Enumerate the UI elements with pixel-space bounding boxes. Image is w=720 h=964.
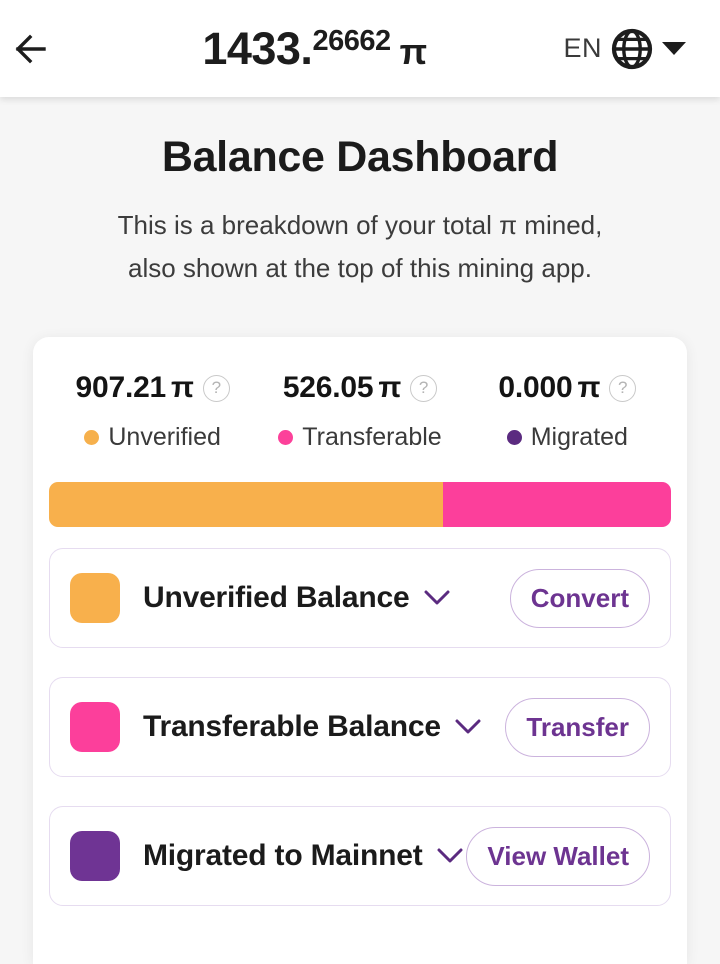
legend-label-transferable: Transferable [302, 423, 442, 451]
progress-segment-transferable [442, 482, 671, 527]
legend-dot-transferable [278, 430, 294, 445]
summary-amount-row: 0.000 π ? [464, 371, 671, 405]
chevron-down-icon[interactable] [437, 848, 463, 864]
summary-column-transferable: 526.05 π ? Transferable [256, 371, 463, 452]
color-swatch-transferable [70, 702, 120, 752]
unverified-amount: 907.21 π [75, 371, 194, 405]
migrated-amount-value: 0.000 [498, 371, 573, 404]
chevron-down-icon[interactable] [424, 590, 450, 606]
migrated-amount-unit: π [577, 371, 601, 404]
legend-transferable: Transferable [256, 423, 463, 452]
chevron-down-icon [662, 42, 686, 55]
page-title: Balance Dashboard [161, 133, 559, 181]
legend-unverified: Unverified [49, 423, 256, 452]
legend-dot-migrated [506, 430, 522, 445]
row-label-unverified: Unverified Balance [143, 581, 410, 614]
summary-column-unverified: 907.21 π ? Unverified [49, 371, 256, 452]
balance-rows: Unverified Balance Convert Transferable … [49, 548, 671, 906]
color-swatch-unverified [70, 573, 120, 623]
convert-button[interactable]: Convert [509, 568, 650, 628]
transferable-amount-value: 526.05 [282, 371, 374, 404]
question-mark-icon[interactable]: ? [202, 374, 230, 402]
language-code: EN [563, 33, 602, 63]
legend-migrated: Migrated [464, 423, 671, 452]
row-label-migrated: Migrated to Mainnet [143, 839, 423, 872]
progress-segment-unverified [49, 482, 443, 527]
page-subtitle: This is a breakdown of your total π mine… [0, 204, 720, 288]
total-balance-fraction: 26662 [312, 25, 391, 57]
balance-progress-bar [49, 482, 671, 527]
legend-label-migrated: Migrated [530, 423, 628, 451]
row-label-transferable: Transferable Balance [143, 710, 441, 743]
view-wallet-button[interactable]: View Wallet [466, 826, 650, 886]
total-balance-integer: 1433. [202, 23, 313, 74]
globe-icon [611, 28, 653, 70]
question-mark-icon[interactable]: ? [609, 374, 637, 402]
page-subtitle-line-2: also shown at the top of this mining app… [128, 252, 592, 283]
page-header: Balance Dashboard This is a breakdown of… [0, 97, 720, 289]
legend-label-unverified: Unverified [108, 423, 221, 451]
back-button[interactable] [0, 0, 74, 97]
question-mark-icon[interactable]: ? [410, 374, 438, 402]
summary-amount-row: 526.05 π ? [256, 371, 463, 405]
page-subtitle-line-1: This is a breakdown of your total π mine… [117, 210, 603, 241]
color-swatch-migrated [70, 831, 120, 881]
arrow-left-icon [14, 33, 60, 65]
app-bar: 1433. 26662 π EN [0, 0, 720, 97]
summary-amount-row: 907.21 π ? [49, 371, 256, 405]
balance-row-transferable[interactable]: Transferable Balance Transfer [49, 677, 671, 777]
language-selector[interactable]: EN [563, 28, 720, 70]
balance-card: 907.21 π ? Unverified 526.05 π ? Transfera… [33, 337, 687, 964]
legend-dot-unverified [84, 430, 100, 445]
transferable-amount: 526.05 π [282, 371, 402, 405]
summary-column-migrated: 0.000 π ? Migrated [464, 371, 671, 452]
balance-row-unverified[interactable]: Unverified Balance Convert [49, 548, 671, 648]
unverified-amount-unit: π [171, 371, 194, 404]
chevron-down-icon[interactable] [455, 719, 481, 735]
total-balance: 1433. 26662 π [74, 26, 563, 71]
balance-summary: 907.21 π ? Unverified 526.05 π ? Transfera… [49, 337, 671, 452]
unverified-amount-value: 907.21 [75, 371, 167, 404]
transferable-amount-unit: π [378, 371, 402, 404]
pi-symbol: π [399, 31, 428, 72]
transfer-button[interactable]: Transfer [505, 697, 650, 757]
migrated-amount: 0.000 π [498, 371, 600, 405]
balance-row-migrated[interactable]: Migrated to Mainnet View Wallet [49, 806, 671, 906]
